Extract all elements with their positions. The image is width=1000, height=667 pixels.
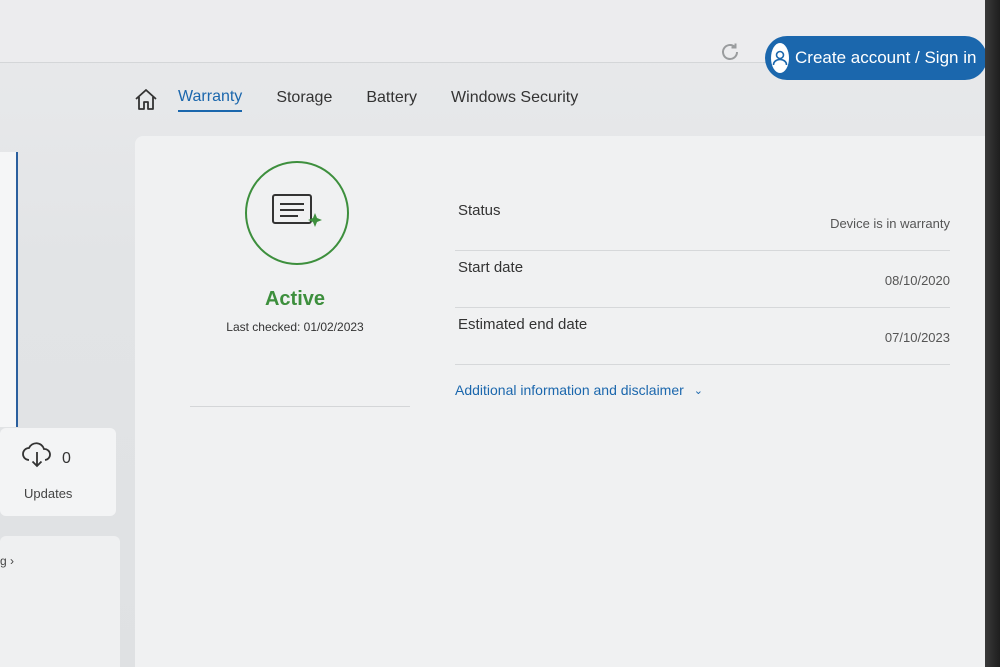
signin-label: Create account / Sign in [795, 48, 977, 67]
updates-tile[interactable]: 0 Updates [0, 428, 116, 516]
detail-value: 08/10/2020 [884, 273, 950, 288]
chevron-down-icon: ⌄ [693, 384, 704, 397]
tab-battery[interactable]: Battery [366, 89, 417, 111]
warranty-document-icon [269, 191, 325, 236]
updates-label: Updates [24, 486, 73, 501]
home-icon[interactable] [130, 84, 162, 116]
title-bar: Create account / Sign in ⌄ [0, 0, 985, 80]
signin-button[interactable]: Create account / Sign in ⌄ [765, 36, 985, 80]
divider [190, 406, 410, 407]
disclaimer-toggle[interactable]: Additional information and disclaimer ⌄ [455, 382, 703, 398]
detail-value: Device is in warranty [830, 216, 950, 231]
cloud-download-icon [20, 440, 54, 475]
left-card [0, 152, 18, 427]
detail-row-end-date: Estimated end date 07/10/2023 [455, 308, 950, 365]
tab-windows-security[interactable]: Windows Security [451, 89, 578, 111]
app-window: Create account / Sign in ⌄ 0 Updates g › [0, 0, 985, 667]
screen-bezel [985, 0, 1000, 667]
tab-storage[interactable]: Storage [276, 89, 332, 111]
left-card-lower: g › [0, 536, 120, 667]
detail-label: Estimated end date [458, 316, 588, 333]
warranty-details: Status Device is in warranty Start date … [455, 194, 950, 365]
detail-value: 07/10/2023 [884, 330, 950, 345]
detail-label: Status [458, 202, 501, 219]
user-icon [771, 43, 789, 73]
detail-row-start-date: Start date 08/10/2020 [455, 251, 950, 308]
tab-bar: Warranty Storage Battery Windows Securit… [130, 80, 612, 120]
refresh-icon[interactable] [716, 38, 744, 66]
detail-row-status: Status Device is in warranty [455, 194, 950, 251]
left-panel: 0 Updates g › [0, 62, 120, 667]
last-checked: Last checked: 01/02/2023 [226, 320, 364, 334]
detail-label: Start date [458, 259, 524, 276]
updates-count: 0 [62, 450, 71, 467]
warranty-state: Active [264, 288, 326, 310]
left-link[interactable]: g › [0, 554, 14, 568]
warranty-status-badge [245, 161, 349, 265]
warranty-card: Active Last checked: 01/02/2023 Status D… [135, 136, 985, 667]
disclaimer-label: Additional information and disclaimer [455, 382, 684, 398]
tab-warranty[interactable]: Warranty [178, 88, 243, 112]
